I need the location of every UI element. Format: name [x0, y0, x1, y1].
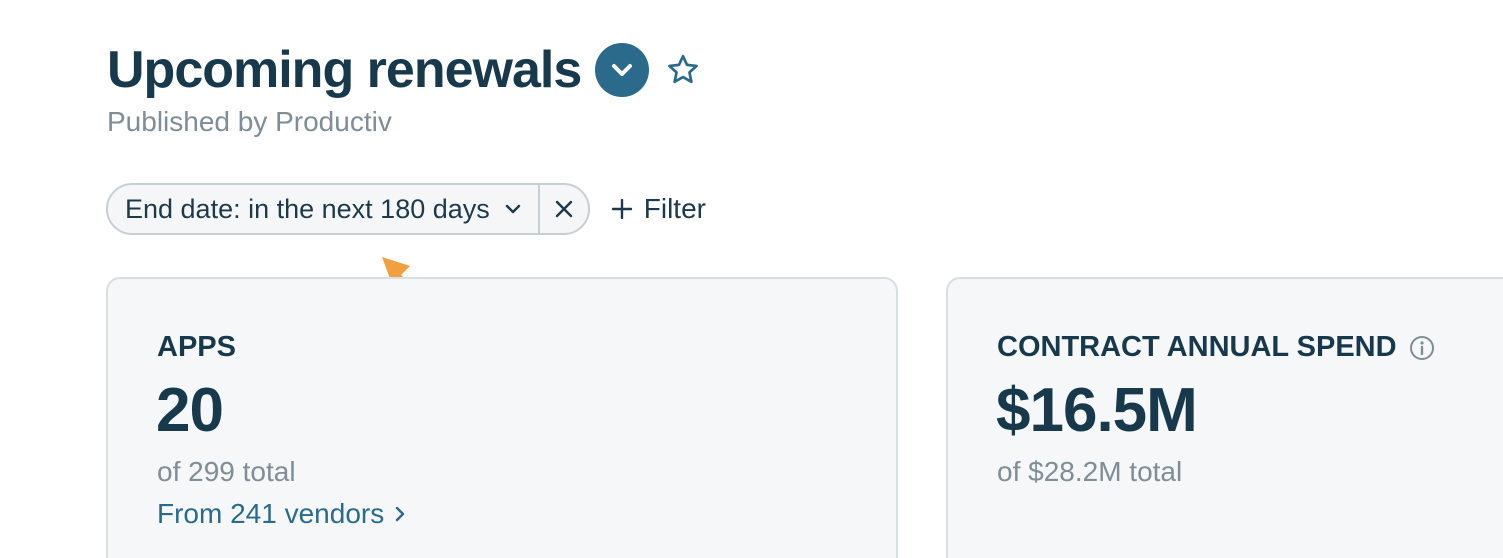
add-filter-button[interactable]: Filter — [611, 193, 706, 225]
plus-icon — [611, 199, 632, 219]
filter-chip-label: End date: in the next 180 days — [125, 193, 490, 224]
vendors-link[interactable]: From 241 vendors — [157, 498, 406, 530]
page-title: Upcoming renewals — [107, 41, 582, 99]
add-filter-label: Filter — [643, 193, 706, 224]
apps-card: APPS 20 of 299 total From 241 vendors — [106, 277, 898, 558]
chevron-down-icon — [504, 203, 522, 215]
spend-amount: $16.5M — [996, 376, 1198, 445]
page: Upcoming renewals Published by Productiv… — [0, 0, 1503, 558]
filter-chip-remove-button[interactable] — [537, 185, 588, 233]
title-row: Upcoming renewals — [107, 38, 703, 102]
contract-spend-card: CONTRACT ANNUAL SPEND $16.5M of $28.2M t… — [946, 277, 1503, 558]
info-icon[interactable] — [1409, 335, 1435, 361]
close-icon — [554, 199, 574, 219]
filter-chip-end-date: End date: in the next 180 days — [106, 183, 590, 235]
spend-total: of $28.2M total — [997, 456, 1183, 487]
favorite-button[interactable] — [663, 50, 703, 90]
apps-card-label: APPS — [157, 331, 236, 364]
apps-label-text: APPS — [157, 331, 236, 363]
chevron-down-icon — [610, 62, 634, 78]
spend-label-text: CONTRACT ANNUAL SPEND — [997, 331, 1397, 363]
page-subtitle: Published by Productiv — [107, 106, 392, 137]
spend-card-label: CONTRACT ANNUAL SPEND — [997, 331, 1435, 364]
vendors-link-label: From 241 vendors — [157, 498, 385, 529]
filter-chip-dropdown[interactable]: End date: in the next 180 days — [108, 185, 538, 233]
chevron-right-icon — [394, 505, 406, 523]
star-icon — [665, 52, 701, 88]
apps-count: 20 — [156, 376, 224, 445]
apps-total: of 299 total — [157, 456, 296, 487]
title-dropdown-button[interactable] — [595, 43, 650, 97]
filter-bar: End date: in the next 180 days Filter — [106, 183, 706, 235]
